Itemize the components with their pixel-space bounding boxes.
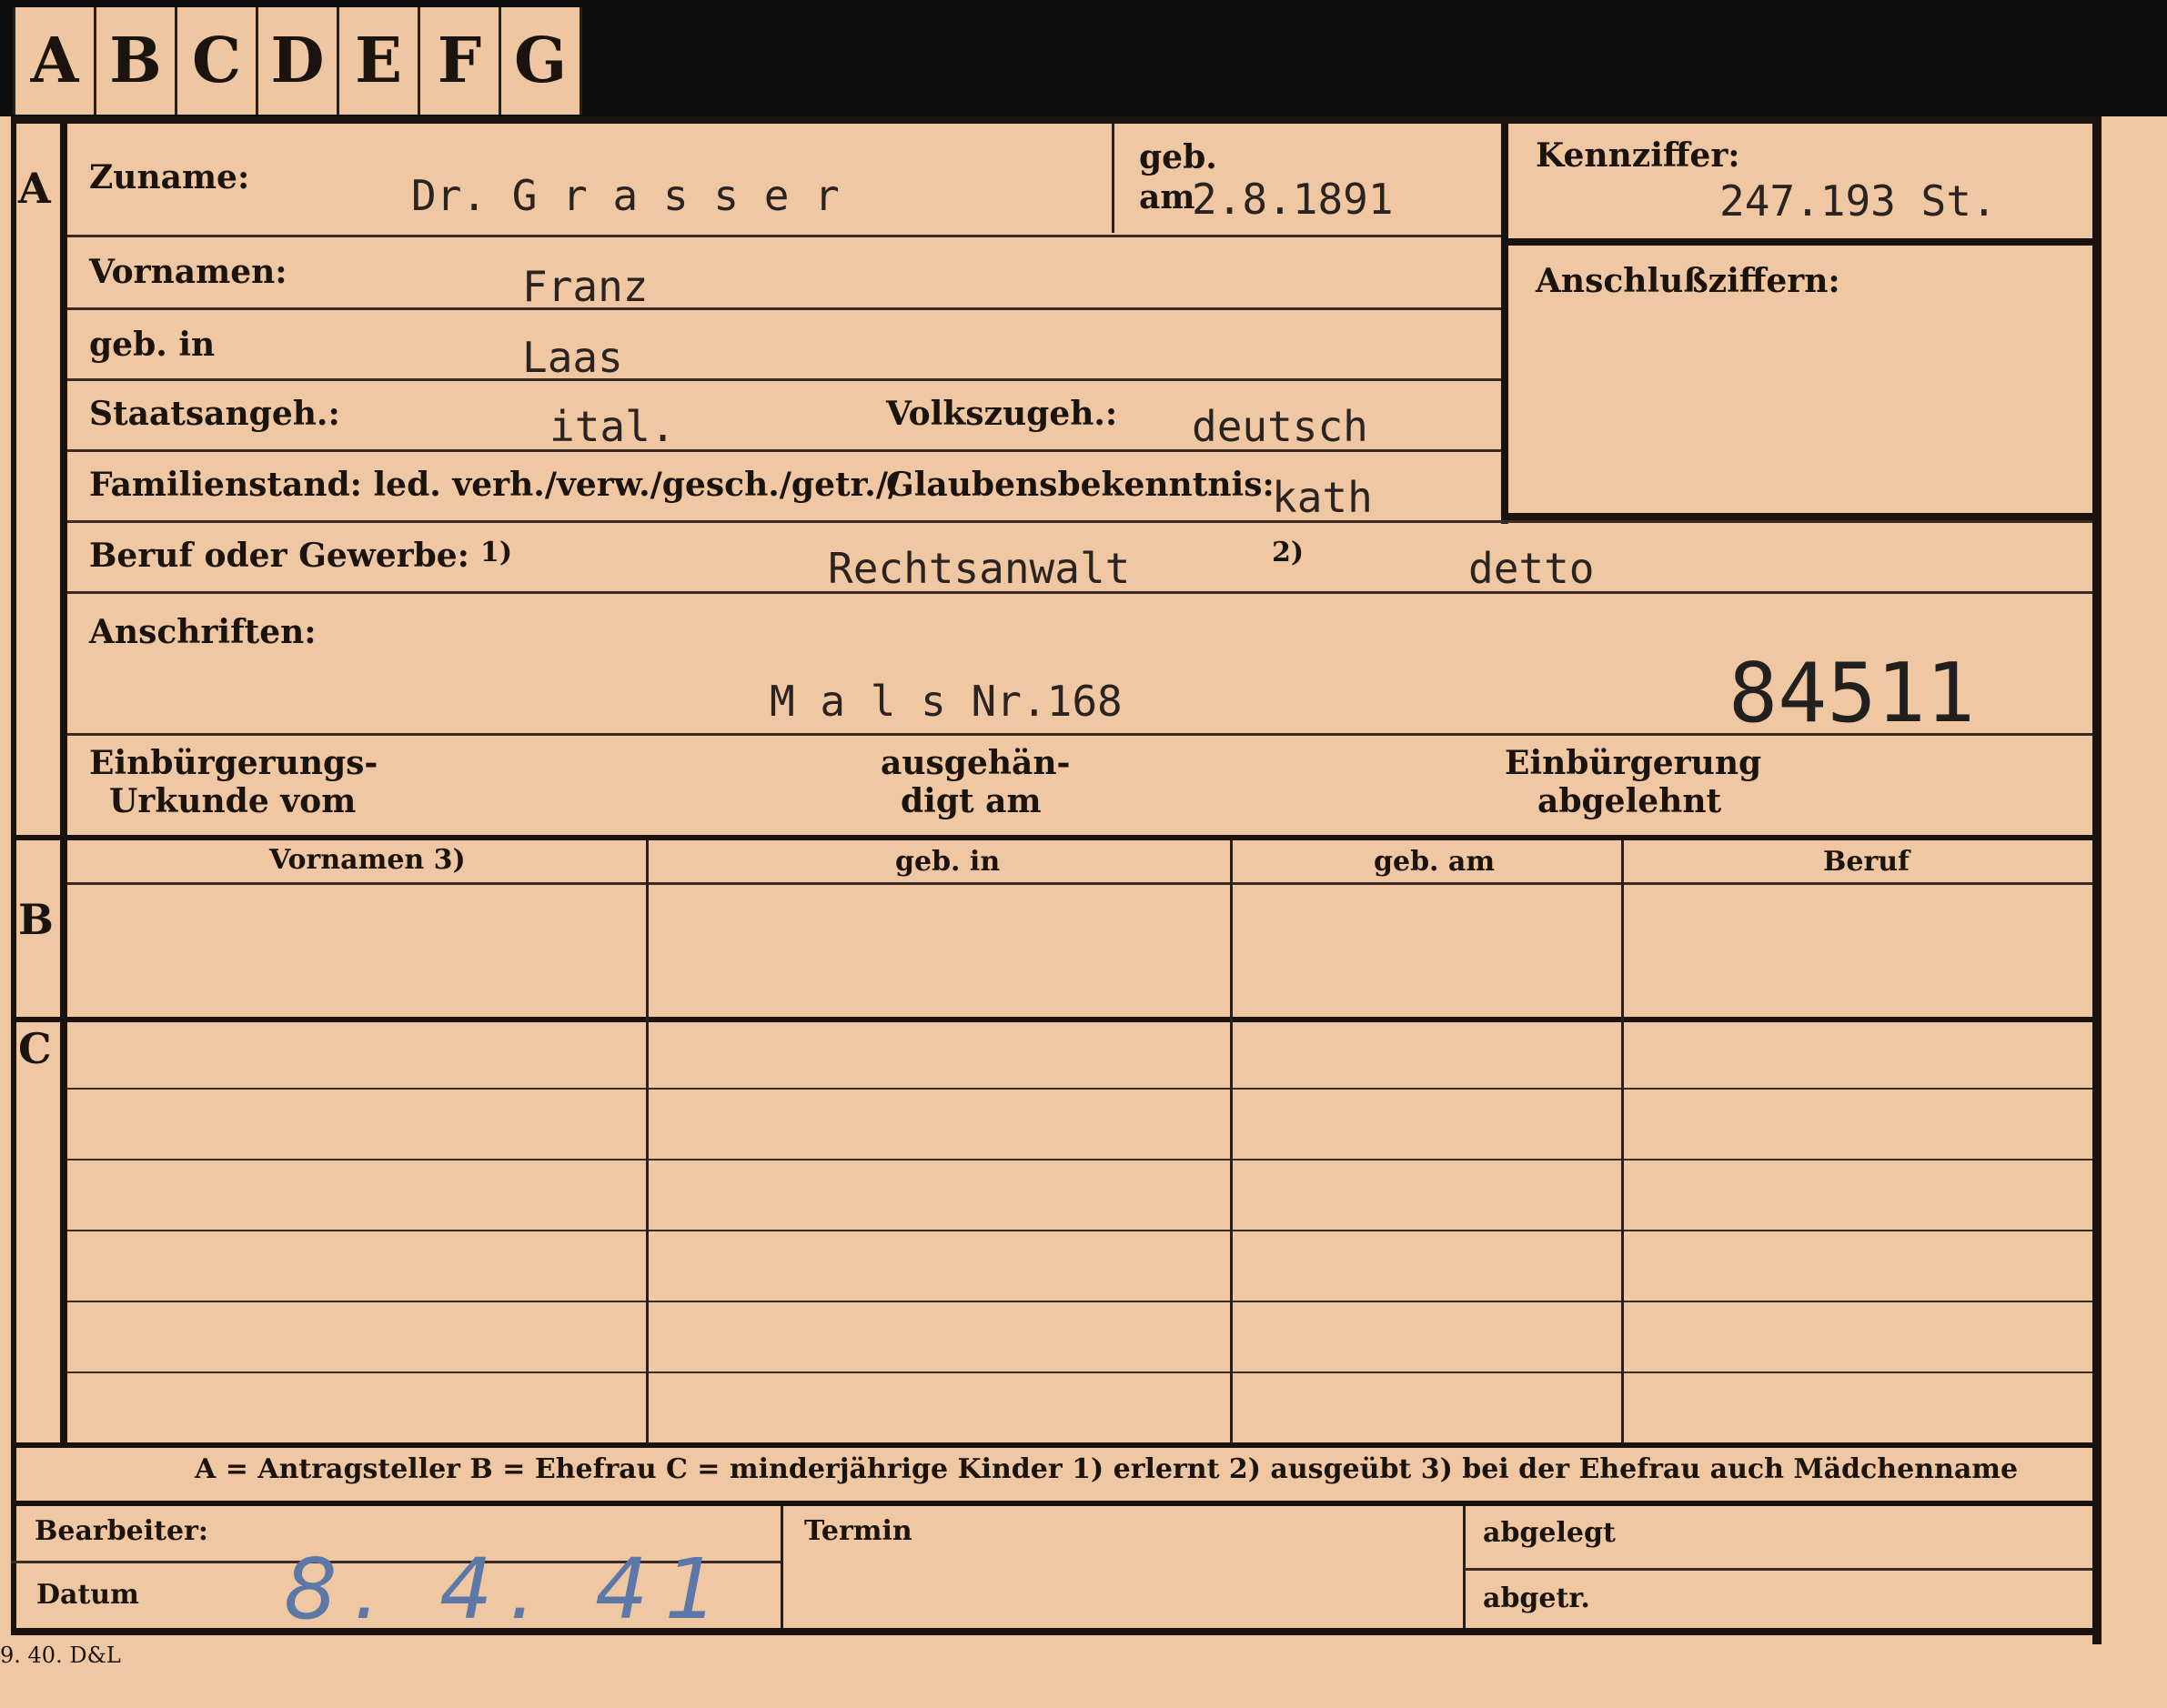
section-b-letter: B — [18, 895, 54, 944]
anschlussziffern-label: Anschlußziffern: — [1536, 262, 1840, 300]
print-code: 9. 40. D&L — [0, 1643, 121, 1668]
legend-text: A = Antragsteller B = Ehefrau C = minder… — [195, 1453, 2019, 1485]
beruf-ausgeuebt-value: detto — [1468, 544, 1595, 593]
glaubensbekenntnis-label: Glaubensbekenntnis: — [886, 466, 1275, 504]
anschrift-value: M a l s Nr.168 — [770, 677, 1123, 726]
einb-abgelehnt-label-2: abgelehnt — [1537, 782, 1722, 820]
section-a-letter: A — [18, 164, 51, 213]
tab-c[interactable]: C — [177, 7, 258, 115]
einb-urkunde-label-1: Einbürgerungs- — [89, 744, 378, 782]
kennziffer-label: Kennziffer: — [1536, 136, 1740, 175]
divider — [67, 591, 2092, 594]
tab-d[interactable]: D — [258, 7, 339, 115]
vornamen-label: Vornamen: — [89, 253, 287, 291]
divider — [67, 1230, 2092, 1231]
anschriften-label: Anschriften: — [89, 613, 317, 651]
section-column-line — [60, 116, 67, 1442]
divider — [67, 520, 2092, 523]
table-header-vornamen: Vornamen 3) — [269, 844, 466, 876]
divider — [1112, 124, 1114, 233]
volkszugeh-label: Volkszugeh.: — [886, 395, 1118, 433]
divider — [11, 1442, 2092, 1448]
file-number: 84511 — [1729, 646, 1975, 741]
tab-f[interactable]: F — [420, 7, 501, 115]
frame-top — [11, 116, 2101, 124]
vornamen-value: Franz — [522, 262, 649, 311]
zuname-value: Dr. G r a s s e r — [411, 171, 840, 220]
einb-urkunde-label-2: Urkunde vom — [109, 782, 357, 820]
abgelegt-label: abgelegt — [1483, 1517, 1616, 1549]
divider — [11, 1501, 2092, 1506]
staatsangeh-value: ital. — [549, 402, 676, 451]
zuname-label: Zuname: — [89, 158, 250, 196]
table-header-geb-am: geb. am — [1374, 846, 1496, 878]
section-c-letter: C — [18, 1024, 52, 1073]
am-label: am — [1139, 178, 1195, 216]
divider — [11, 835, 2092, 840]
divider — [67, 1371, 2092, 1373]
divider — [1508, 238, 2092, 246]
divider — [67, 235, 1501, 237]
geb-in-label: geb. in — [89, 326, 216, 364]
divider — [67, 307, 1501, 310]
abgetr-label: abgetr. — [1483, 1582, 1590, 1614]
tab-e[interactable]: E — [339, 7, 420, 115]
divider — [67, 449, 1501, 452]
footnote-2: 2) — [1272, 537, 1305, 568]
table-header-beruf: Beruf — [1823, 846, 1910, 878]
staatsangeh-label: Staatsangeh.: — [89, 395, 340, 433]
ausgehaendigt-label-1: ausgehän- — [881, 744, 1071, 782]
frame-left — [11, 116, 16, 1633]
beruf-erlernt-value: Rechtsanwalt — [828, 544, 1131, 593]
geb-in-value: Laas — [522, 333, 623, 382]
table-header-geb-in: geb. in — [895, 846, 1001, 878]
letter-tabs: A B C D E F G — [13, 7, 582, 115]
divider — [1230, 840, 1233, 1442]
tab-a[interactable]: A — [13, 7, 96, 115]
kennziffer-value: 247.193 St. — [1719, 176, 1997, 226]
geb-label: geb. — [1139, 138, 1217, 176]
einb-abgelehnt-label-1: Einbürgerung — [1505, 744, 1762, 782]
beruf-label: Beruf oder Gewerbe: — [89, 537, 469, 575]
frame-right — [2092, 116, 2101, 1644]
termin-label: Termin — [804, 1515, 912, 1547]
divider — [1465, 1568, 2092, 1571]
kennziffer-box-left — [1501, 124, 1508, 524]
footnote-1: 1) — [480, 537, 513, 568]
geb-am-value: 2.8.1891 — [1192, 175, 1394, 224]
divider — [67, 378, 1501, 381]
volkszugeh-value: deutsch — [1192, 402, 1368, 451]
bearbeiter-label: Bearbeiter: — [35, 1515, 208, 1547]
divider — [1621, 840, 1624, 1442]
divider — [67, 882, 2092, 885]
datum-handwritten: 8. 4. 41 — [284, 1541, 735, 1638]
ausgehaendigt-label-2: digt am — [901, 782, 1042, 820]
glaubensbekenntnis-value: kath — [1272, 473, 1373, 522]
divider — [11, 1017, 2092, 1022]
divider — [67, 1088, 2092, 1090]
datum-label: Datum — [36, 1579, 139, 1611]
divider — [67, 733, 2092, 736]
index-card: A Zuname: Dr. G r a s s e r geb. am 2.8.… — [0, 116, 2167, 1708]
tab-g[interactable]: G — [501, 7, 582, 115]
tab-b[interactable]: B — [96, 7, 177, 115]
familienstand-label: Familienstand: led. verh./verw./gesch./g… — [89, 466, 901, 504]
divider — [11, 1628, 2101, 1635]
divider — [67, 1301, 2092, 1302]
divider — [67, 1159, 2092, 1160]
divider — [646, 840, 649, 1442]
divider — [781, 1506, 783, 1633]
